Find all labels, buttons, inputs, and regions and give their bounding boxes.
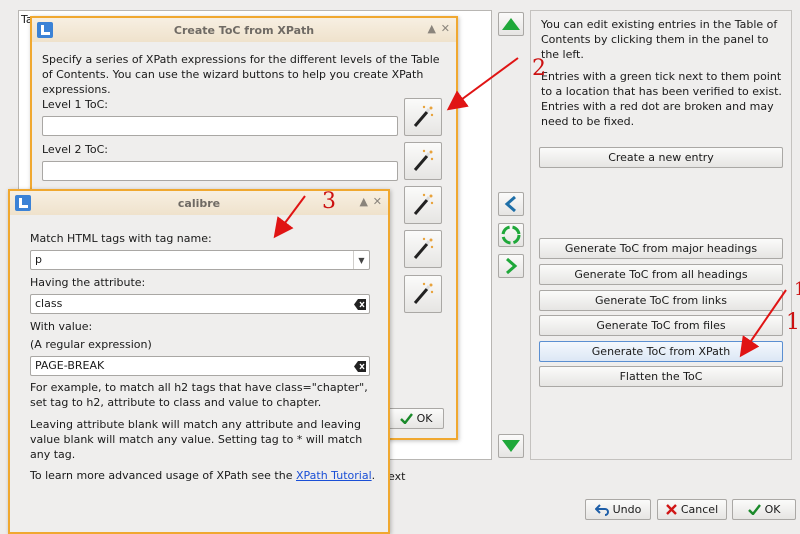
arrow-3: [273, 195, 306, 239]
annotation-number-1: 1: [786, 310, 800, 335]
annotation-number-1-partial: 1: [794, 279, 800, 300]
annotation-number-2: 2: [532, 56, 546, 81]
annotation-number-3: 3: [322, 189, 336, 214]
annotation-arrows: [273, 57, 787, 358]
arrow-1: [739, 289, 787, 358]
arrow-2: [446, 57, 519, 111]
